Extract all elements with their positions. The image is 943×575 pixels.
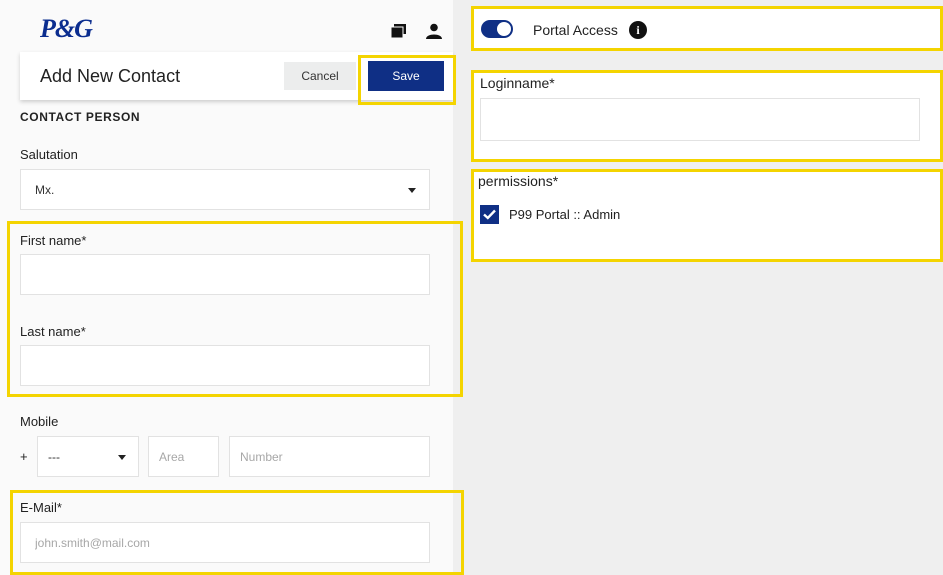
layers-icon[interactable]	[390, 24, 407, 43]
loginname-label: Loginname*	[480, 75, 555, 91]
user-icon[interactable]	[426, 23, 442, 44]
country-code-select[interactable]: ---	[37, 436, 139, 477]
first-name-input[interactable]	[20, 254, 430, 295]
toggle-knob	[497, 22, 511, 36]
mobile-label: Mobile	[20, 414, 59, 429]
permission-checkbox[interactable]	[480, 205, 499, 224]
page-title: Add New Contact	[40, 66, 181, 86]
cancel-button[interactable]: Cancel	[284, 62, 356, 90]
salutation-select[interactable]: Mx.	[20, 169, 430, 210]
last-name-label: Last name*	[20, 324, 86, 339]
country-code-value: ---	[48, 450, 60, 464]
permissions-label: permissions*	[478, 173, 559, 189]
loginname-input[interactable]	[480, 98, 920, 141]
first-name-label: First name*	[20, 233, 87, 248]
salutation-label: Salutation	[20, 147, 78, 162]
email-input[interactable]	[20, 522, 430, 563]
permission-label: P99 Portal :: Admin	[509, 207, 621, 222]
chevron-down-icon	[408, 188, 416, 193]
checkmark-icon	[483, 209, 496, 220]
number-input[interactable]	[229, 436, 430, 477]
brand-logo: P&G	[40, 14, 93, 43]
salutation-value: Mx.	[35, 183, 55, 197]
mobile-prefix: +	[20, 449, 28, 464]
save-button[interactable]: Save	[368, 61, 444, 91]
info-icon[interactable]: i	[629, 21, 647, 39]
last-name-input[interactable]	[20, 345, 430, 386]
area-input[interactable]	[148, 436, 219, 477]
section-title: CONTACT PERSON	[20, 110, 141, 124]
email-label: E-Mail*	[20, 500, 62, 515]
chevron-down-icon	[118, 455, 126, 460]
portal-access-label: Portal Access	[533, 22, 618, 38]
